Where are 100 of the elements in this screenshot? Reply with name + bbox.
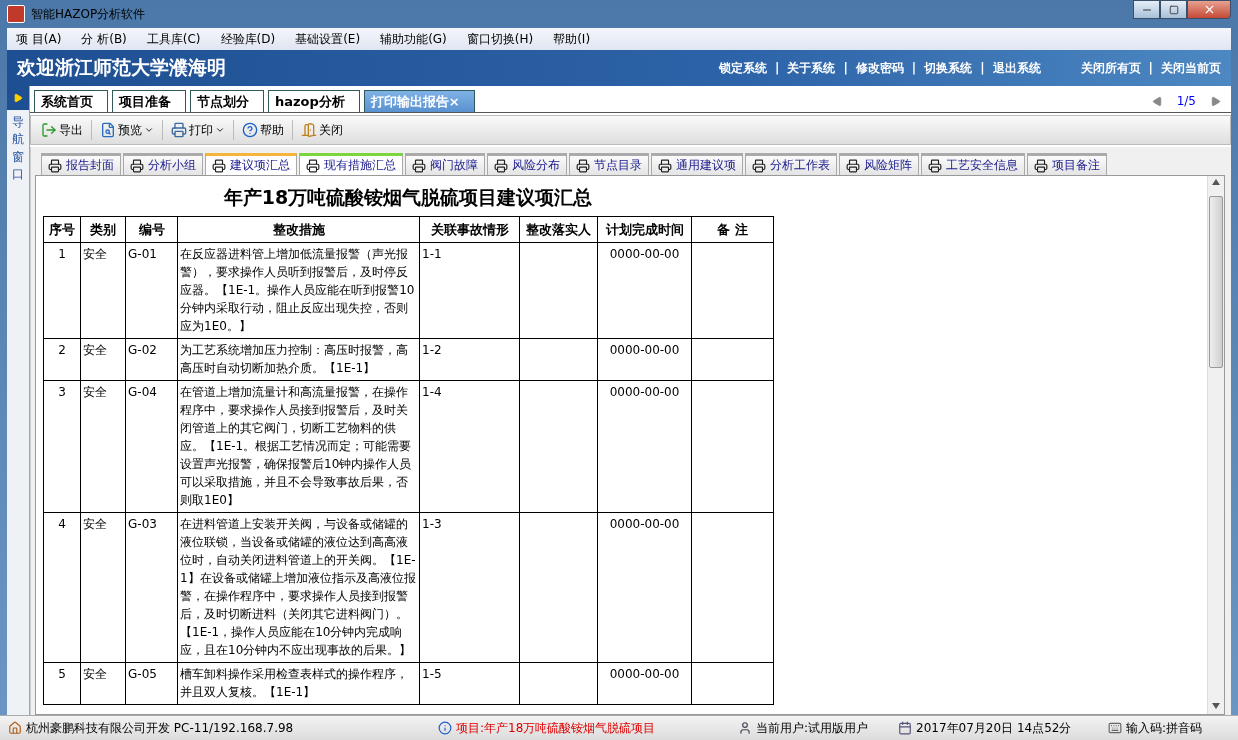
toolbar-button[interactable]: 预览 bbox=[96, 119, 158, 141]
door-icon bbox=[301, 122, 317, 138]
user-icon bbox=[738, 721, 752, 735]
report-tab[interactable]: 节点目录 bbox=[569, 153, 649, 175]
maximize-icon bbox=[1168, 4, 1179, 15]
report-tab[interactable]: 现有措施汇总 bbox=[299, 153, 403, 175]
help-icon bbox=[242, 122, 258, 138]
scroll-thumb[interactable] bbox=[1209, 196, 1223, 368]
menu-item[interactable]: 经验库(D) bbox=[211, 30, 285, 48]
home-icon bbox=[8, 721, 22, 735]
table-cell: 1-1 bbox=[419, 242, 520, 339]
table-cell: 安全 bbox=[80, 380, 126, 513]
scroll-up-icon[interactable] bbox=[1212, 179, 1220, 185]
minimize-button[interactable] bbox=[1133, 0, 1160, 19]
page-link[interactable]: 关闭所有页 bbox=[1080, 59, 1141, 77]
printer-icon bbox=[48, 158, 62, 173]
status-text: 2017年07月20日 14点52分 bbox=[916, 719, 1072, 737]
main-tab[interactable]: 节点划分 bbox=[190, 90, 264, 112]
system-link[interactable]: 修改密码 bbox=[855, 59, 904, 77]
system-link[interactable]: 关于系统 bbox=[787, 59, 836, 77]
play-icon bbox=[13, 93, 23, 103]
next-page-icon[interactable] bbox=[1210, 95, 1221, 107]
table-cell: 0000-00-00 bbox=[597, 662, 692, 705]
report-tab[interactable]: 报告封面 bbox=[41, 153, 121, 175]
report-tab[interactable]: 工艺安全信息 bbox=[921, 153, 1025, 175]
main-tab[interactable]: hazop分析 bbox=[268, 90, 360, 112]
welcome-text: 欢迎浙江师范大学濮海明 bbox=[17, 55, 227, 80]
window-title: 智能HAZOP分析软件 bbox=[31, 5, 147, 23]
separator: | bbox=[911, 61, 917, 75]
previous-page-icon[interactable] bbox=[1151, 95, 1163, 107]
separator: | bbox=[1148, 61, 1153, 75]
page-link[interactable]: 关闭当前页 bbox=[1161, 59, 1221, 77]
report-tab[interactable]: 建议项汇总 bbox=[205, 153, 297, 175]
table-cell: 2 bbox=[43, 338, 81, 381]
scrollbar[interactable] bbox=[1207, 176, 1224, 714]
status-text: 当前用户:试用版用户 bbox=[756, 719, 869, 737]
maximize-button[interactable] bbox=[1160, 0, 1187, 19]
system-link[interactable]: 锁定系统 bbox=[719, 59, 768, 77]
nav-label[interactable]: 导航窗口 bbox=[12, 114, 24, 184]
menu-item[interactable]: 帮助(I) bbox=[544, 30, 600, 48]
table-cell: 0000-00-00 bbox=[597, 380, 692, 513]
menu-item[interactable]: 工具库(C) bbox=[137, 30, 210, 48]
column-header: 计划完成时间 bbox=[597, 216, 692, 243]
preview-icon bbox=[100, 122, 116, 138]
scroll-down-icon[interactable] bbox=[1212, 703, 1220, 709]
table-cell: 为工艺系统增加压力控制：高压时报警，高高压时自动切断加热介质。【1E-1】 bbox=[177, 338, 420, 381]
menu-item[interactable]: 项 目(A) bbox=[7, 30, 71, 48]
report-tab[interactable]: 分析工作表 bbox=[745, 153, 837, 175]
table-cell: 4 bbox=[43, 512, 81, 663]
printer-icon bbox=[171, 122, 187, 138]
caret-icon bbox=[144, 125, 154, 135]
page-indicator: 1/5 bbox=[1176, 94, 1196, 108]
report-tab[interactable]: 风险矩阵 bbox=[839, 153, 919, 175]
column-header: 整改措施 bbox=[177, 216, 420, 243]
toolbar-button[interactable]: 关闭 bbox=[297, 119, 347, 141]
calendar-icon bbox=[898, 721, 912, 735]
export-icon bbox=[41, 122, 57, 138]
report-tab[interactable]: 风险分布 bbox=[487, 153, 567, 175]
table-cell: 在反应器进料管上增加低流量报警（声光报警），要求操作人员听到报警后，及时停反应器。【1E-1。操作人员应能在听到报警10分钟内采取行动，阻止反应出现失控，否则应为1E0。】 bbox=[177, 242, 420, 339]
printer-icon bbox=[928, 158, 942, 173]
table-cell: 1 bbox=[43, 242, 81, 339]
menu-item[interactable]: 基础设置(E) bbox=[286, 30, 370, 48]
table-cell: 1-4 bbox=[419, 380, 520, 513]
main-tab[interactable]: 项目准备 bbox=[112, 90, 186, 112]
toolbar-button[interactable]: 打印 bbox=[167, 119, 229, 141]
main-tab[interactable]: 系统首页 bbox=[34, 90, 108, 112]
table-cell: 槽车卸料操作采用检查表样式的操作程序，并且双人复核。【1E-1】 bbox=[177, 662, 420, 705]
table-cell: 在进料管道上安装开关阀，与设备或储罐的液位联锁，当设备或储罐的液位达到高高液位时，自动关闭进料管道上的开关阀。【1E-1】在设备或储罐上增加液位指示及高液位报警，在操作程序中，要求操作人员接到报警后，及时切断进料（关闭其它进料阀门）。【1E-1，操作人员应能在10分钟内完成响应，且在10分钟内不应出现事故的后果。】 bbox=[177, 512, 420, 663]
system-link[interactable]: 切换系统 bbox=[924, 59, 973, 77]
close-button[interactable] bbox=[1187, 0, 1231, 19]
status-text: 输入码:拼音码 bbox=[1126, 719, 1203, 737]
toolbar-button[interactable]: 导出 bbox=[37, 119, 87, 141]
table-cell: 1-3 bbox=[419, 512, 520, 663]
toolbar-button[interactable]: 帮助 bbox=[238, 119, 288, 141]
keyboard-icon bbox=[1108, 721, 1122, 735]
app-icon bbox=[7, 5, 25, 23]
separator: | bbox=[775, 61, 780, 75]
system-link[interactable]: 退出系统 bbox=[992, 59, 1041, 77]
table-cell: 3 bbox=[43, 380, 81, 513]
printer-icon bbox=[412, 158, 426, 173]
separator: | bbox=[980, 61, 985, 75]
report-tab[interactable]: 项目备注 bbox=[1027, 153, 1107, 175]
table-cell: 5 bbox=[43, 662, 81, 705]
report-tab[interactable]: 分析小组 bbox=[123, 153, 203, 175]
table-cell: 安全 bbox=[80, 338, 126, 381]
table-cell: 1-5 bbox=[419, 662, 520, 705]
printer-icon bbox=[846, 158, 860, 173]
printer-icon bbox=[130, 158, 144, 173]
expand-nav-button[interactable] bbox=[7, 86, 29, 110]
column-header: 编号 bbox=[125, 216, 178, 243]
menu-item[interactable]: 窗口切换(H) bbox=[457, 30, 543, 48]
menu-item[interactable]: 辅助功能(G) bbox=[371, 30, 456, 48]
report-tab[interactable]: 阀门故障 bbox=[405, 153, 485, 175]
table-cell: 安全 bbox=[80, 512, 126, 663]
menu-item[interactable]: 分 析(B) bbox=[72, 30, 136, 48]
table-cell: 在管道上增加流量计和高流量报警，在操作程序中，要求操作人员接到报警后，及时关闭管道上的其它阀门，切断工艺物料的供应。【1E-1。根据工艺情况而定；可能需要设置声光报警，确保报警后10钟内操作人员可以采取措施，并且不会导致事故后果，否则取1E0】 bbox=[177, 380, 420, 513]
report-title: 年产18万吨硫酸铵烟气脱硫项目建议项汇总 bbox=[222, 185, 594, 210]
table-cell: G-03 bbox=[125, 512, 178, 663]
report-tab[interactable]: 通用建议项 bbox=[651, 153, 743, 175]
table-cell: 0000-00-00 bbox=[597, 242, 692, 339]
